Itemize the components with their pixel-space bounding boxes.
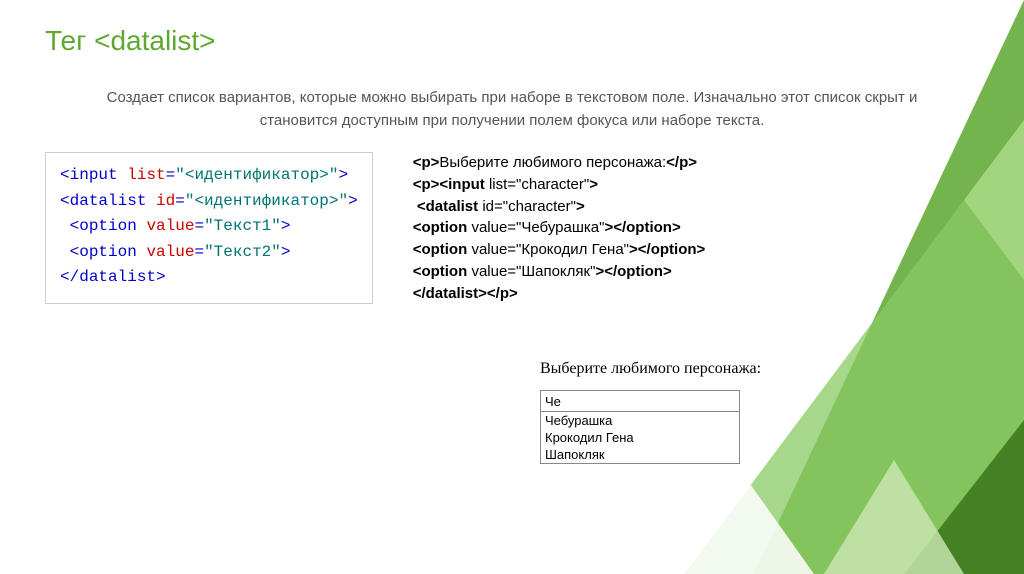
demo-rendered-output: Выберите любимого персонажа: Чебурашка К… (540, 360, 761, 464)
demo-option[interactable]: Чебурашка (541, 412, 739, 429)
demo-option[interactable]: Шапокляк (541, 446, 739, 463)
demo-label: Выберите любимого персонажа: (540, 360, 761, 378)
demo-option[interactable]: Крокодил Гена (541, 429, 739, 446)
syntax-code-block: <input list="<идентификатор>"> <datalist… (45, 152, 373, 304)
example-code-block: <p>Выберите любимого персонажа:</p> <p><… (413, 152, 706, 304)
demo-dropdown[interactable]: Чебурашка Крокодил Гена Шапокляк (540, 411, 740, 464)
demo-input[interactable] (540, 390, 740, 412)
slide-description: Создает список вариантов, которые можно … (75, 87, 949, 132)
slide-title: Тег <datalist> (45, 25, 979, 57)
